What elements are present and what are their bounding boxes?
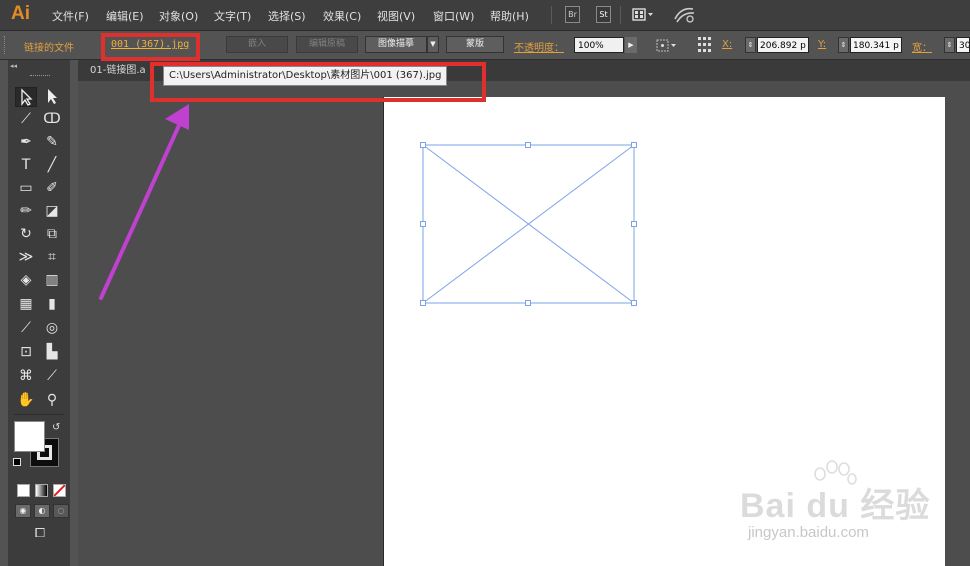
image-trace-dropdown[interactable]: ▼ — [427, 36, 439, 53]
selection-tool-icon[interactable] — [15, 87, 37, 107]
slice-tool-icon[interactable]: ⟋ — [41, 366, 63, 386]
scale-tool-icon[interactable]: ⧉ — [41, 224, 63, 244]
toolbox-grip[interactable] — [30, 75, 50, 77]
x-field[interactable]: 206.892 p — [757, 37, 809, 53]
curvature-tool-icon[interactable]: ✎ — [41, 132, 63, 152]
arrange-documents-icon[interactable] — [632, 7, 656, 23]
screen-mode-icon[interactable]: ⧠ — [30, 526, 50, 542]
perspective-grid-tool-icon[interactable]: ▥ — [41, 270, 63, 290]
embed-button[interactable]: 嵌入 — [226, 36, 288, 53]
gradient-tool-icon[interactable]: ▮ — [41, 294, 63, 314]
reference-point-icon[interactable] — [656, 39, 678, 53]
menu-edit[interactable]: 编辑(E) — [106, 8, 144, 24]
pencil-tool-icon[interactable]: ✏ — [15, 201, 37, 221]
y-stepper[interactable]: ⇕ — [838, 37, 849, 53]
gradient-mode-icon[interactable] — [35, 484, 48, 497]
width-tool-icon[interactable]: ≫ — [15, 247, 37, 267]
menu-view[interactable]: 视图(V) — [377, 8, 415, 24]
bridge-icon[interactable]: Br — [565, 6, 580, 23]
opacity-dropdown-icon[interactable]: ▶ — [625, 37, 637, 53]
opacity-label[interactable]: 不透明度： — [514, 39, 564, 54]
symbol-sprayer-tool-icon[interactable]: ⊡ — [15, 342, 37, 362]
eyedropper-tool-icon[interactable]: ⟋ — [15, 318, 37, 338]
draw-normal-icon[interactable]: ◉ — [15, 504, 31, 518]
menu-type[interactable]: 文字(T) — [214, 8, 251, 24]
y-label: Y: — [818, 39, 827, 50]
linked-file-label[interactable]: 链接的文件 — [24, 39, 74, 54]
pen-tool-icon[interactable]: ✒ — [15, 132, 37, 152]
y-field[interactable]: 180.341 p — [850, 37, 902, 53]
artboard[interactable] — [384, 97, 945, 566]
line-tool-icon[interactable]: ╱ — [41, 155, 63, 175]
type-tool-icon[interactable]: T — [15, 155, 37, 175]
menu-object[interactable]: 对象(O) — [159, 8, 198, 24]
lasso-tool-icon[interactable]: ↀ — [41, 109, 63, 129]
menu-window[interactable]: 窗口(W) — [433, 8, 474, 24]
width-stepper[interactable]: ⇕ — [944, 37, 955, 53]
mask-button[interactable]: 蒙版 — [446, 36, 504, 53]
menu-bar: Ai 文件(F) 编辑(E) 对象(O) 文字(T) 选择(S) 效果(C) 视… — [0, 0, 970, 31]
width-field[interactable]: 30 — [956, 37, 970, 53]
toolbox: ◂◂ ⟋ ↀ ✒ ✎ T ╱ ▭ ✐ ✏ ◪ ↻ ⧉ ≫ ⌗ ◈ ▥ ▦ ▮ ⟋… — [0, 60, 78, 566]
toolbox-header[interactable]: ◂◂ — [8, 60, 70, 84]
menu-separator — [620, 6, 621, 24]
control-bar-grip[interactable] — [4, 36, 7, 54]
annotation-box-filename — [101, 33, 200, 61]
document-tab[interactable]: 01-链接图.a — [84, 63, 152, 81]
magic-wand-tool-icon[interactable]: ⟋ — [15, 109, 37, 129]
x-stepper[interactable]: ⇕ — [745, 37, 756, 53]
menu-file[interactable]: 文件(F) — [52, 8, 89, 24]
menu-effect[interactable]: 效果(C) — [323, 8, 361, 24]
artboard-tool-icon[interactable]: ⌘ — [15, 366, 37, 386]
mesh-tool-icon[interactable]: ▦ — [15, 294, 37, 314]
shape-builder-tool-icon[interactable]: ◈ — [15, 270, 37, 290]
paintbrush-tool-icon[interactable]: ✐ — [41, 178, 63, 198]
menu-help[interactable]: 帮助(H) — [490, 8, 529, 24]
column-graph-tool-icon[interactable]: ▙ — [41, 342, 63, 362]
gpu-performance-icon[interactable] — [673, 5, 697, 25]
width-label: 宽： — [912, 43, 932, 54]
fill-color-swatch[interactable] — [14, 421, 45, 452]
edit-original-button[interactable]: 编辑原稿 — [296, 36, 358, 53]
stock-icon[interactable]: St — [596, 6, 611, 23]
zoom-tool-icon[interactable]: ⚲ — [41, 390, 63, 410]
annotation-box-path — [150, 62, 486, 102]
draw-inside-icon[interactable]: ○ — [53, 504, 69, 518]
opacity-field[interactable]: 100% — [574, 37, 624, 53]
draw-behind-icon[interactable]: ◐ — [34, 504, 50, 518]
rectangle-tool-icon[interactable]: ▭ — [15, 178, 37, 198]
app-logo: Ai — [11, 3, 30, 24]
reference-grid-icon[interactable] — [697, 36, 713, 54]
swap-fill-stroke-icon[interactable]: ↺ — [52, 422, 60, 433]
hand-tool-icon[interactable]: ✋ — [15, 390, 37, 410]
direct-selection-tool-icon[interactable] — [41, 87, 63, 107]
rotate-tool-icon[interactable]: ↻ — [15, 224, 37, 244]
blend-tool-icon[interactable]: ◎ — [41, 318, 63, 338]
image-trace-button[interactable]: 图像描摹 — [365, 36, 427, 53]
default-colors-icon[interactable] — [13, 458, 21, 466]
toolbox-separator — [14, 414, 64, 415]
menu-select[interactable]: 选择(S) — [268, 8, 306, 24]
none-mode-icon[interactable] — [53, 484, 66, 497]
menu-separator — [551, 6, 552, 24]
x-label: X: — [722, 39, 733, 50]
collapse-icon[interactable]: ◂◂ — [10, 62, 17, 70]
color-mode-icon[interactable] — [17, 484, 30, 497]
free-transform-tool-icon[interactable]: ⌗ — [41, 247, 63, 267]
eraser-tool-icon[interactable]: ◪ — [41, 201, 63, 221]
